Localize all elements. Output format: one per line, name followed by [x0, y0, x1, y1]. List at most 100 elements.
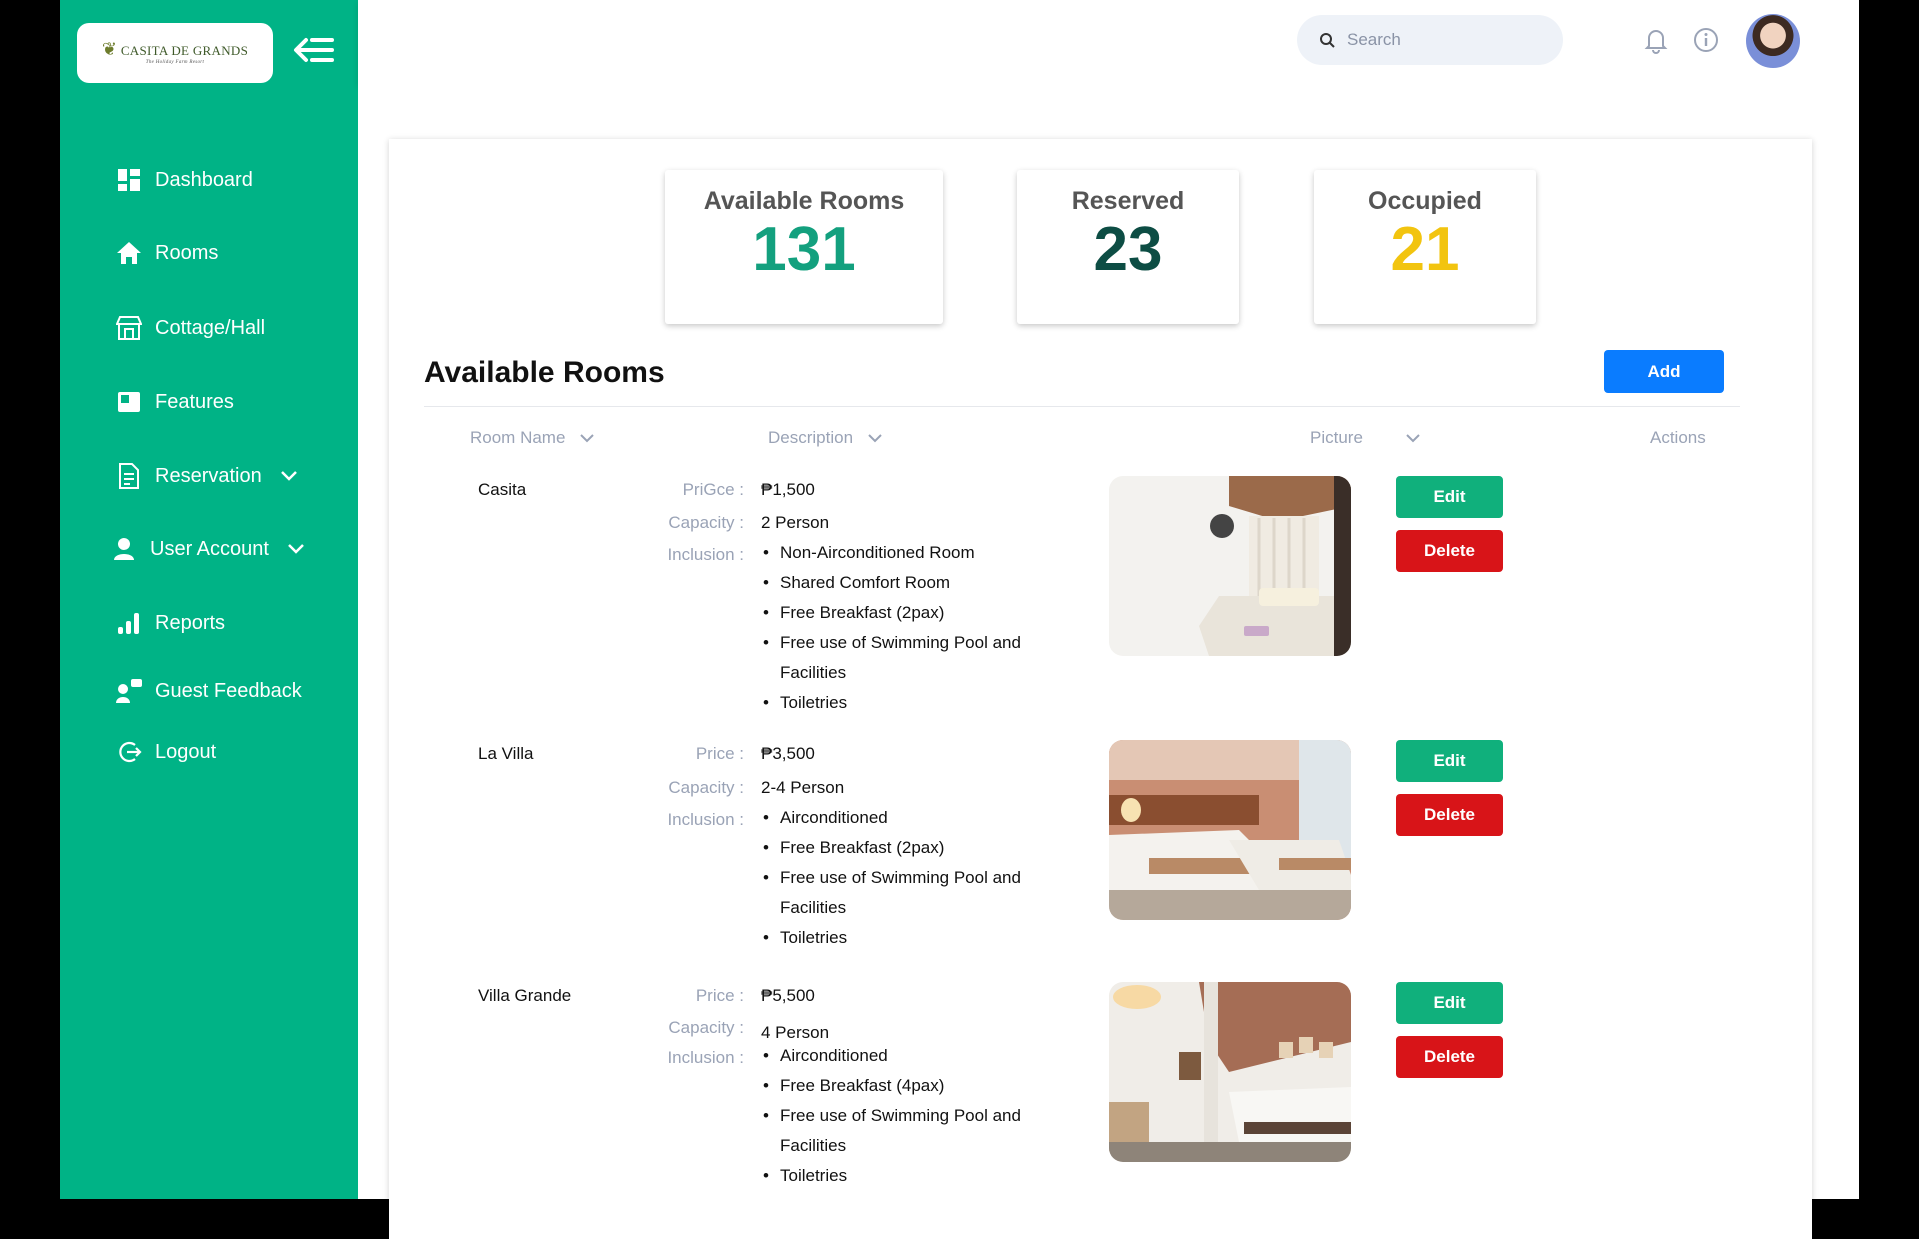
inclusion-item: Free Breakfast (4pax): [761, 1071, 1031, 1101]
column-header-room-name[interactable]: Room Name: [470, 428, 595, 448]
brand-logo-text: ❦ CASITA DE GRANDS The Holiday Farm Reso…: [101, 39, 249, 66]
inclusion-list: Airconditioned Free Breakfast (4pax) Fre…: [761, 1041, 1031, 1191]
chevron-down-icon: [867, 428, 883, 448]
collapse-menu-icon[interactable]: [292, 32, 336, 68]
brand-logo[interactable]: ❦ CASITA DE GRANDS The Holiday Farm Reso…: [77, 23, 273, 83]
column-header-actions: Actions: [1650, 428, 1706, 448]
price-value: ₱1,500: [761, 480, 815, 499]
avatar[interactable]: [1746, 14, 1800, 68]
stat-card-available: Available Rooms 131: [665, 170, 943, 324]
capacity-value: 4 Person: [761, 1023, 830, 1042]
inclusion-item: Toiletries: [761, 923, 1031, 953]
sidebar-item-user-account[interactable]: User Account: [60, 527, 408, 571]
left-border: [0, 0, 60, 1199]
delete-button[interactable]: Delete: [1396, 530, 1503, 572]
column-header-label: Picture: [1310, 428, 1363, 447]
capacity-label: Capacity :: [668, 513, 744, 532]
chevron-down-icon: [1405, 428, 1421, 448]
inclusion-item: Free use of Swimming Pool and Facilities: [761, 1101, 1031, 1161]
dashboard-icon: [115, 166, 143, 194]
document-icon: [115, 462, 143, 490]
brand-name: CASITA DE GRANDS: [120, 43, 249, 59]
search-bar[interactable]: [1297, 15, 1563, 65]
edit-button[interactable]: Edit: [1396, 476, 1503, 518]
stat-label: Occupied: [1368, 187, 1482, 215]
sidebar-item-label: Logout: [155, 740, 217, 763]
stat-value: 23: [1093, 215, 1163, 284]
room-name: Villa Grande: [478, 986, 572, 1005]
top-bar: [358, 0, 1859, 84]
inclusion-item: Airconditioned: [761, 1041, 1031, 1071]
sidebar: ❦ CASITA DE GRANDS The Holiday Farm Reso…: [60, 0, 358, 1199]
chevron-down-icon[interactable]: [280, 465, 298, 488]
store-icon: [115, 314, 143, 342]
stat-value: 131: [752, 215, 856, 284]
section-title: Available Rooms: [424, 356, 665, 389]
inclusion-item: Free Breakfast (2pax): [761, 598, 1031, 628]
edit-button[interactable]: Edit: [1396, 740, 1503, 782]
brand-tagline: The Holiday Farm Resort: [145, 60, 205, 66]
feedback-icon: [115, 677, 143, 705]
stat-card-reserved: Reserved 23: [1017, 170, 1239, 324]
info-icon[interactable]: [1692, 26, 1720, 54]
inclusion-item: Free use of Swimming Pool and Facilities: [761, 628, 1031, 688]
features-icon: [115, 388, 143, 416]
chevron-down-icon[interactable]: [287, 538, 305, 561]
capacity-label: Capacity :: [668, 778, 744, 797]
column-header-label: Actions: [1650, 428, 1706, 447]
price-label: Price :: [695, 986, 744, 1005]
palm-icon: ❦: [101, 39, 118, 60]
delete-button[interactable]: Delete: [1396, 794, 1503, 836]
home-icon: [115, 239, 143, 267]
stat-label: Reserved: [1071, 187, 1185, 215]
price-value: ₱3,500: [761, 744, 815, 763]
sidebar-item-label: Dashboard: [155, 168, 253, 191]
stat-value: 21: [1390, 215, 1460, 284]
inclusion-item: Airconditioned: [761, 803, 1031, 833]
app-window: ❦ CASITA DE GRANDS The Holiday Farm Reso…: [0, 0, 1919, 1239]
bell-icon[interactable]: [1642, 26, 1670, 54]
delete-button[interactable]: Delete: [1396, 1036, 1503, 1078]
inclusion-item: Free use of Swimming Pool and Facilities: [761, 863, 1031, 923]
divider: [424, 406, 1740, 407]
inclusion-label: Inclusion :: [667, 1048, 744, 1067]
logout-icon: [115, 738, 143, 766]
capacity-value: 2-4 Person: [761, 778, 845, 797]
capacity-label: Capacity :: [668, 1018, 744, 1037]
price-label: PriGce :: [682, 480, 744, 499]
bar-chart-icon: [115, 609, 143, 637]
search-input[interactable]: [1345, 29, 1549, 51]
sidebar-item-label: User Account: [150, 537, 269, 560]
inclusion-item: Free Breakfast (2pax): [761, 833, 1031, 863]
room-picture: [1109, 982, 1351, 1162]
add-button[interactable]: Add: [1604, 350, 1724, 393]
capacity-value: 2 Person: [761, 513, 830, 532]
main-content: Available Rooms 131 Reserved 23 Occupied…: [358, 84, 1859, 1239]
sidebar-item-label: Reservation: [155, 464, 262, 487]
inclusion-list: Non-Airconditioned Room Shared Comfort R…: [761, 538, 1031, 718]
edit-button[interactable]: Edit: [1396, 982, 1503, 1024]
inclusion-item: Non-Airconditioned Room: [761, 538, 1031, 568]
inclusion-item: Shared Comfort Room: [761, 568, 1031, 598]
room-name: Casita: [478, 480, 527, 499]
room-picture: [1109, 476, 1351, 656]
inclusion-item: Toiletries: [761, 1161, 1031, 1191]
sidebar-item-label: Features: [155, 390, 234, 413]
stat-label: Available Rooms: [703, 187, 905, 215]
room-picture: [1109, 740, 1351, 920]
sidebar-item-label: Guest Feedback: [155, 679, 302, 702]
column-header-label: Room Name: [470, 428, 566, 447]
rooms-card: Available Rooms 131 Reserved 23 Occupied…: [389, 139, 1812, 1239]
price-value: ₱5,500: [761, 986, 815, 1005]
sidebar-item-label: Cottage/Hall: [155, 316, 266, 339]
column-header-picture[interactable]: Picture: [1310, 428, 1421, 448]
inclusion-item: Toiletries: [761, 688, 1031, 718]
column-header-description[interactable]: Description: [768, 428, 883, 448]
sidebar-item-label: Reports: [155, 611, 226, 634]
price-label: Price :: [695, 744, 744, 763]
inclusion-label: Inclusion :: [667, 545, 744, 564]
user-icon: [110, 535, 138, 563]
right-border: [1859, 0, 1919, 1199]
inclusion-list: Airconditioned Free Breakfast (2pax) Fre…: [761, 803, 1031, 953]
sidebar-item-label: Rooms: [155, 241, 219, 264]
